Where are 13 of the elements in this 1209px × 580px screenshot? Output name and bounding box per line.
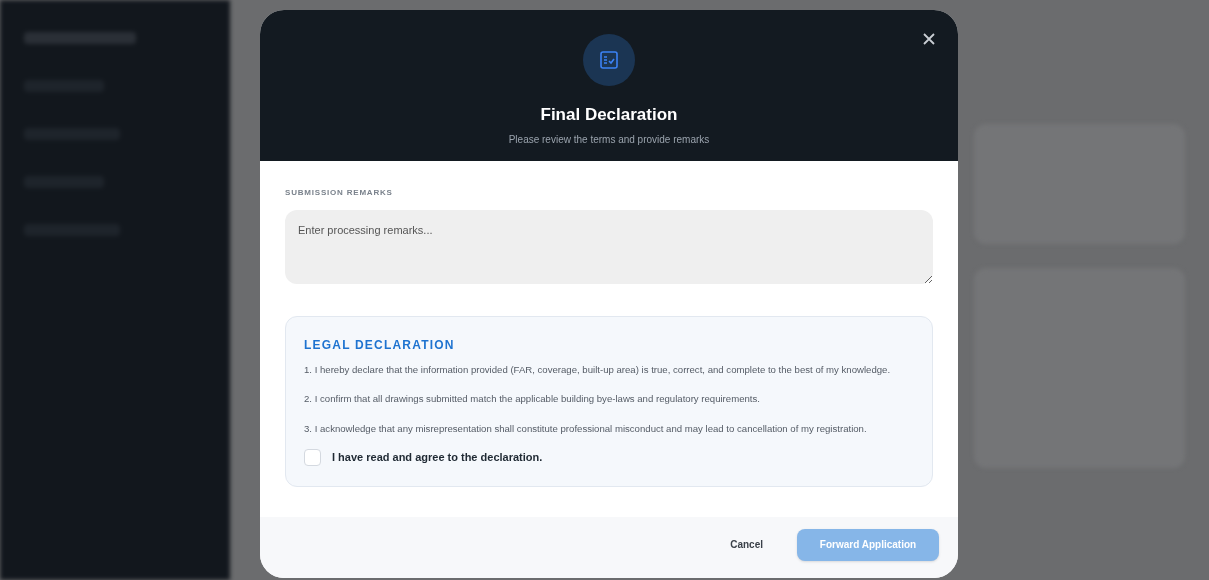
checklist-icon <box>583 34 635 86</box>
cancel-button[interactable]: Cancel <box>730 528 763 561</box>
declaration-clause: 2. I confirm that all drawings submitted match the applicable building bye-laws and regulatory requirements. <box>304 392 761 407</box>
agree-label: I have read and agree to the declaration. <box>332 450 543 466</box>
dialog-title: Final Declaration <box>540 104 678 126</box>
declaration-heading: LEGAL DECLARATION <box>304 337 456 354</box>
remarks-field[interactable]: Enter processing remarks... <box>285 210 933 284</box>
declaration-clause: 3. I acknowledge that any misrepresentation shall constitute professional misconduct and may lead to cancellation of my registration. <box>304 421 868 436</box>
remarks-label: SUBMISSION REMARKS <box>285 187 394 199</box>
declaration-clause: 1. I hereby declare that the information provided (FAR, coverage, built-up area) is true, correct, and complete to the best of my knowledge. <box>304 363 892 377</box>
close-icon <box>922 32 936 46</box>
agree-checkbox[interactable] <box>304 449 321 467</box>
dialog-subtitle: Please review the terms and provide remarks <box>508 132 710 147</box>
